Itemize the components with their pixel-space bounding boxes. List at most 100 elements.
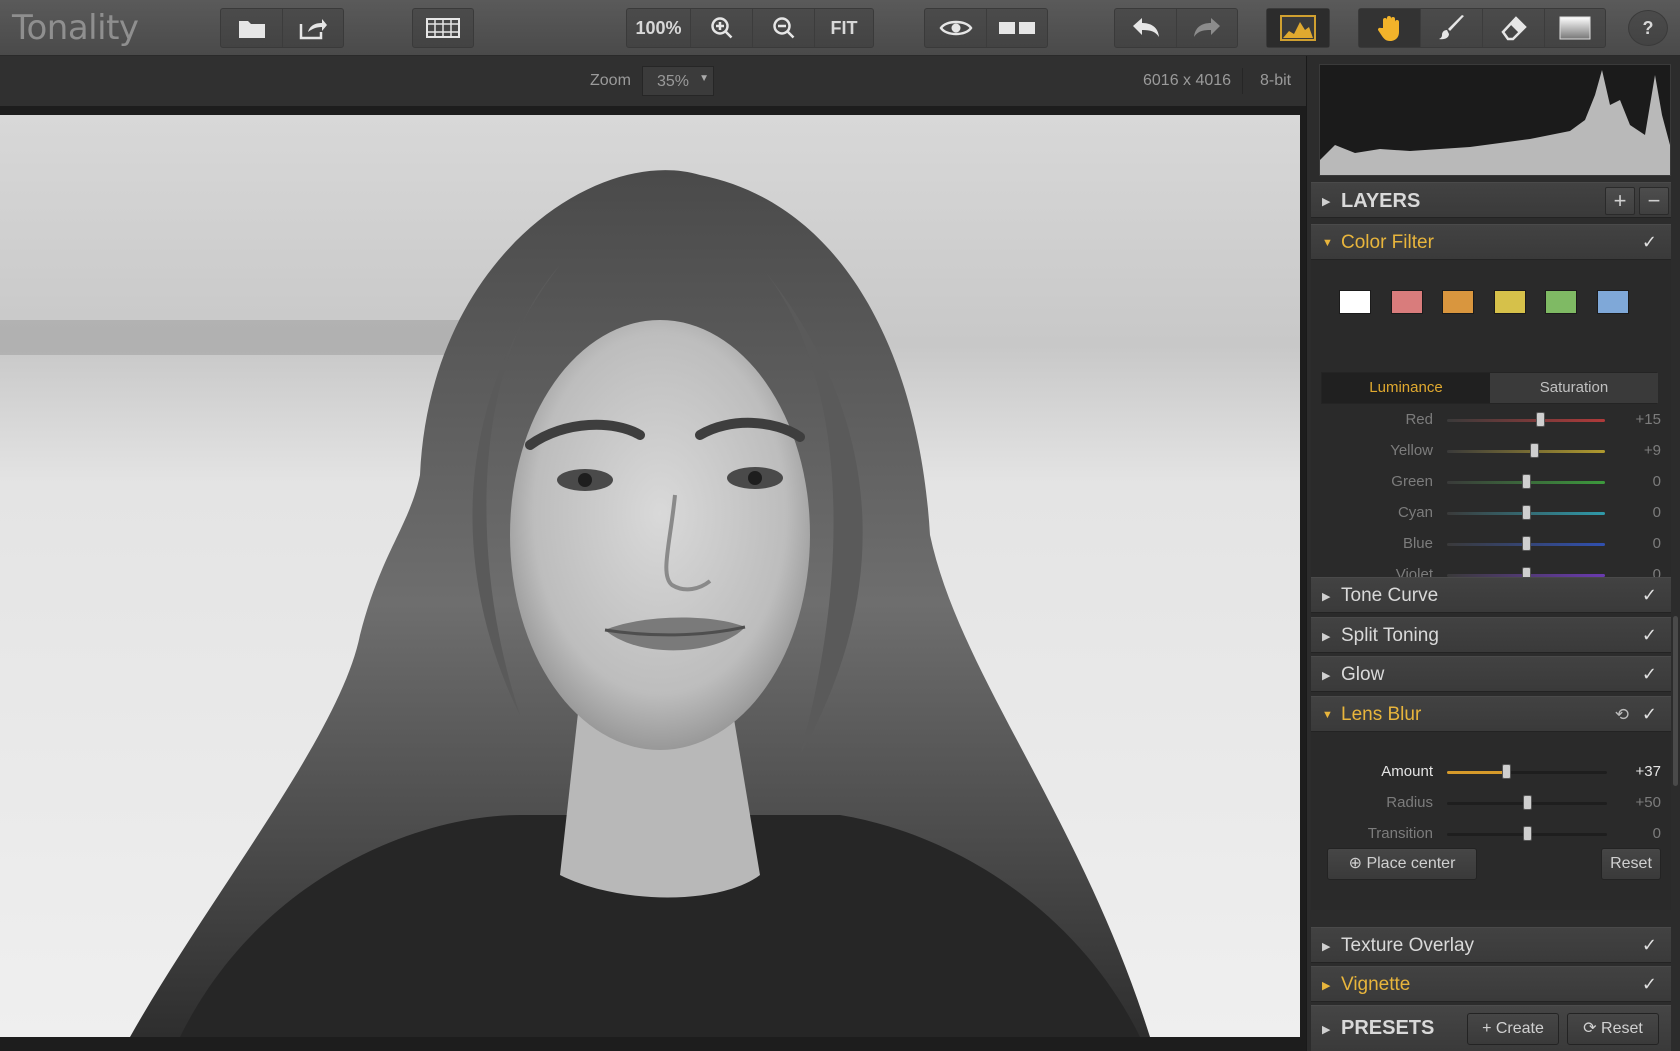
slider-track[interactable] — [1447, 419, 1605, 422]
tools-group — [1358, 8, 1606, 48]
zoom-label: Zoom — [590, 72, 631, 89]
fit-button[interactable]: FIT — [815, 9, 873, 47]
slider-label: Radius — [1386, 794, 1433, 811]
app-title: Tonality — [12, 8, 139, 48]
collapsed-triangle-icon: ▶ — [1322, 196, 1331, 208]
histogram-toggle-button[interactable] — [1267, 9, 1329, 47]
lens-blur-enabled-checkbox[interactable]: ✓ — [1642, 704, 1657, 725]
open-file-button[interactable] — [221, 9, 283, 47]
split-toning-enabled-checkbox[interactable]: ✓ — [1642, 625, 1657, 646]
tone-curve-enabled-checkbox[interactable]: ✓ — [1642, 585, 1657, 606]
glow-header[interactable]: ▶ Glow ✓ — [1311, 656, 1671, 692]
presets-header[interactable]: ▶ PRESETS + Create ⟳ Reset — [1311, 1005, 1671, 1051]
slider-label: Yellow — [1390, 442, 1433, 459]
slider-handle[interactable] — [1536, 412, 1546, 427]
swatch-yellow[interactable] — [1494, 290, 1526, 314]
slider-label: Red — [1405, 411, 1433, 428]
place-center-button[interactable]: ⊕ Place center — [1327, 848, 1477, 880]
photo-canvas[interactable] — [0, 106, 1306, 1051]
slider-handle[interactable] — [1529, 443, 1539, 458]
view-mode-group — [412, 8, 474, 48]
slider-row: Red +15 — [1311, 408, 1671, 432]
slider-track[interactable] — [1447, 450, 1605, 453]
color-filter-header[interactable]: ▼ Color Filter ✓ — [1311, 224, 1671, 260]
reset-icon[interactable]: ⟲ — [1615, 705, 1629, 725]
slider-handle[interactable] — [1522, 536, 1531, 551]
panel-scrollbar[interactable] — [1673, 616, 1678, 786]
gradient-tool-button[interactable] — [1545, 9, 1605, 47]
texture-overlay-header[interactable]: ▶ Texture Overlay ✓ — [1311, 927, 1671, 963]
create-preset-label: Create — [1495, 1020, 1544, 1037]
redo-button[interactable] — [1177, 9, 1237, 47]
add-layer-button[interactable]: + — [1605, 187, 1635, 215]
lens-blur-reset-button[interactable]: Reset — [1601, 848, 1661, 880]
tab-saturation[interactable]: Saturation — [1490, 373, 1658, 403]
compare-button[interactable] — [987, 9, 1047, 47]
preview-button[interactable] — [925, 9, 987, 47]
tone-curve-header[interactable]: ▶ Tone Curve ✓ — [1311, 577, 1671, 613]
glow-enabled-checkbox[interactable]: ✓ — [1642, 664, 1657, 685]
split-toning-header[interactable]: ▶ Split Toning ✓ — [1311, 617, 1671, 653]
slider-row: Amount +37 — [1311, 760, 1671, 784]
portrait-photo — [0, 115, 1300, 1037]
swatch-red[interactable] — [1391, 290, 1423, 314]
color-filter-enabled-checkbox[interactable]: ✓ — [1642, 232, 1657, 253]
undo-button[interactable] — [1115, 9, 1177, 47]
vignette-header[interactable]: ▶ Vignette ✓ — [1311, 966, 1671, 1002]
slider-row: Yellow +9 — [1311, 439, 1671, 463]
layers-header[interactable]: ▶ LAYERS + − — [1311, 182, 1671, 218]
zoom-out-icon — [772, 17, 794, 39]
brush-tool-button[interactable] — [1421, 9, 1483, 47]
zoom-info-bar: Zoom 35% ▼ 6016 x 4016 8-bit — [0, 56, 1306, 106]
zoom-100-button[interactable]: 100% — [627, 9, 691, 47]
slider-label: Cyan — [1397, 504, 1433, 521]
slider-row: Green 0 — [1311, 470, 1671, 494]
swatch-blue[interactable] — [1597, 290, 1629, 314]
zoom-in-button[interactable] — [691, 9, 753, 47]
create-preset-button[interactable]: + Create — [1467, 1013, 1559, 1045]
slider-handle[interactable] — [1523, 826, 1532, 841]
hand-tool-button[interactable] — [1359, 9, 1421, 47]
zoom-select[interactable]: 35% ▼ — [642, 66, 714, 96]
slider-handle[interactable] — [1523, 795, 1532, 810]
collapsed-triangle-icon: ▶ — [1322, 591, 1331, 603]
slider-handle[interactable] — [1522, 474, 1531, 489]
export-button[interactable] — [283, 9, 343, 47]
eraser-icon — [1500, 16, 1527, 41]
help-group: ? — [1628, 10, 1668, 46]
slider-value: +15 — [1635, 411, 1661, 428]
histogram-icon — [1280, 15, 1316, 41]
collapsed-triangle-icon: ▶ — [1322, 631, 1331, 643]
lens-blur-header[interactable]: ▼ Lens Blur ⟲ ✓ — [1311, 696, 1671, 732]
slider-track[interactable] — [1447, 771, 1607, 774]
hand-icon — [1377, 16, 1399, 41]
vignette-enabled-checkbox[interactable]: ✓ — [1642, 974, 1657, 995]
slider-handle[interactable] — [1522, 505, 1531, 520]
slider-label: Green — [1391, 473, 1433, 490]
swatch-white[interactable] — [1339, 290, 1371, 314]
image-dimensions: 6016 x 4016 — [1143, 72, 1232, 89]
collapsed-triangle-icon: ▶ — [1322, 1024, 1331, 1036]
lens-blur-body: Amount +37 Radius +50 Transition 0 ⊕ Place ce… — [1311, 732, 1671, 910]
slider-value: 0 — [1652, 504, 1661, 521]
preview-group — [924, 8, 1048, 48]
swatch-green[interactable] — [1545, 290, 1577, 314]
chevron-down-icon: ▼ — [699, 73, 709, 84]
presets-title: PRESETS — [1341, 1017, 1435, 1039]
slider-row: Blue 0 — [1311, 532, 1671, 556]
tone-curve-title: Tone Curve — [1341, 585, 1439, 606]
share-icon — [299, 19, 327, 40]
slider-value: +37 — [1635, 763, 1661, 780]
top-toolbar: Tonality 100% FIT ? — [0, 0, 1680, 56]
help-button[interactable]: ? — [1629, 11, 1667, 45]
reset-presets-button[interactable]: ⟳ Reset — [1567, 1013, 1659, 1045]
zoom-out-button[interactable] — [753, 9, 815, 47]
eraser-tool-button[interactable] — [1483, 9, 1545, 47]
swatch-orange[interactable] — [1442, 290, 1474, 314]
filmstrip-button[interactable] — [413, 9, 473, 47]
remove-layer-button[interactable]: − — [1639, 187, 1669, 215]
texture-overlay-enabled-checkbox[interactable]: ✓ — [1642, 935, 1657, 956]
slider-handle[interactable] — [1502, 764, 1512, 779]
tab-luminance[interactable]: Luminance — [1322, 373, 1490, 403]
slider-value: +50 — [1635, 794, 1661, 811]
